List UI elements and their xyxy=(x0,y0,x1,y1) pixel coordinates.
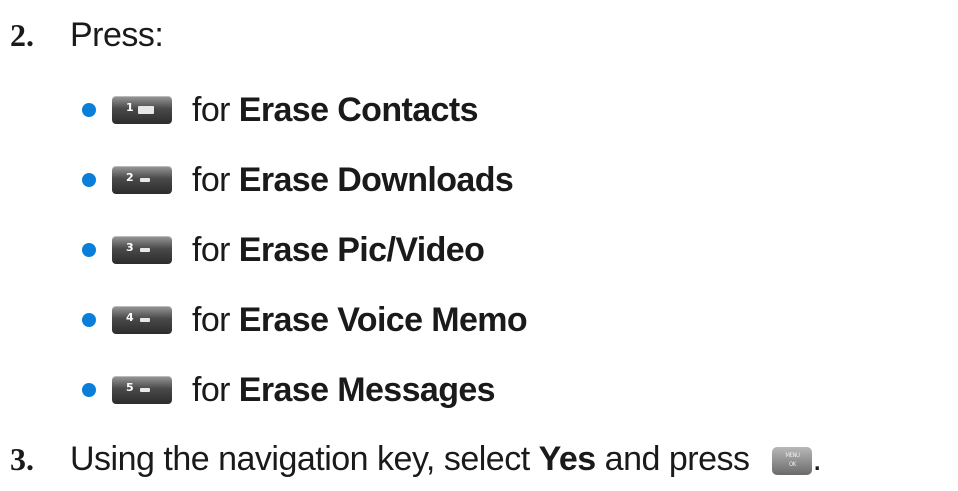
def-key-icon xyxy=(140,248,150,252)
step-number: 2. xyxy=(10,17,34,53)
step-3: 3. Using the navigation key, select Yes … xyxy=(10,440,822,478)
list-item: 4 for Erase Voice Memo xyxy=(82,301,528,339)
ghi-key-icon xyxy=(140,318,150,322)
list-item: 1 for Erase Contacts xyxy=(82,91,479,129)
bullet-dot xyxy=(82,383,96,397)
for-text: for xyxy=(192,371,230,409)
key-5-icon: 5 xyxy=(112,376,172,404)
abc-key-icon xyxy=(140,178,150,182)
key-digit: 5 xyxy=(126,381,134,394)
menu-key-bottom-text: OK xyxy=(789,461,796,469)
step-text-before: Using the navigation key, select xyxy=(70,440,530,478)
action-label: Erase Pic/Video xyxy=(238,231,485,269)
menu-key-top-text: MENU xyxy=(785,452,800,460)
list-item: 2 for Erase Downloads xyxy=(82,161,514,199)
for-text: for xyxy=(192,301,230,339)
step-text-after: and press xyxy=(604,440,750,478)
step-text: Using the navigation key, select Yes and… xyxy=(70,440,822,478)
bullet-dot xyxy=(82,313,96,327)
step-number: 3. xyxy=(10,441,34,477)
action-label: Erase Voice Memo xyxy=(238,301,528,339)
for-text: for xyxy=(192,161,230,199)
key-4-icon: 4 xyxy=(112,306,172,334)
list-item: 5 for Erase Messages xyxy=(82,371,496,409)
yes-label: Yes xyxy=(538,440,597,478)
bullet-dot xyxy=(82,103,96,117)
key-digit: 3 xyxy=(126,241,134,254)
action-label: Erase Messages xyxy=(238,371,496,409)
menu-ok-key-icon: MENU OK xyxy=(772,447,813,476)
key-digit: 2 xyxy=(126,171,134,184)
list-item: 3 for Erase Pic/Video xyxy=(82,231,485,269)
key-2-icon: 2 xyxy=(112,166,172,194)
step-2: 2. Press: xyxy=(10,16,164,54)
key-digit: 1 xyxy=(126,101,134,114)
bullet-dot xyxy=(82,173,96,187)
for-text: for xyxy=(192,231,230,269)
for-text: for xyxy=(192,91,230,129)
envelope-icon xyxy=(138,106,154,114)
key-digit: 4 xyxy=(126,311,134,324)
key-1-icon: 1 xyxy=(112,96,172,124)
key-3-icon: 3 xyxy=(112,236,172,264)
jkl-key-icon xyxy=(140,388,150,392)
step-end-period: . xyxy=(812,440,822,478)
action-label: Erase Contacts xyxy=(238,91,479,129)
action-label: Erase Downloads xyxy=(238,161,514,199)
step-text: Press: xyxy=(70,16,164,54)
bullet-dot xyxy=(82,243,96,257)
